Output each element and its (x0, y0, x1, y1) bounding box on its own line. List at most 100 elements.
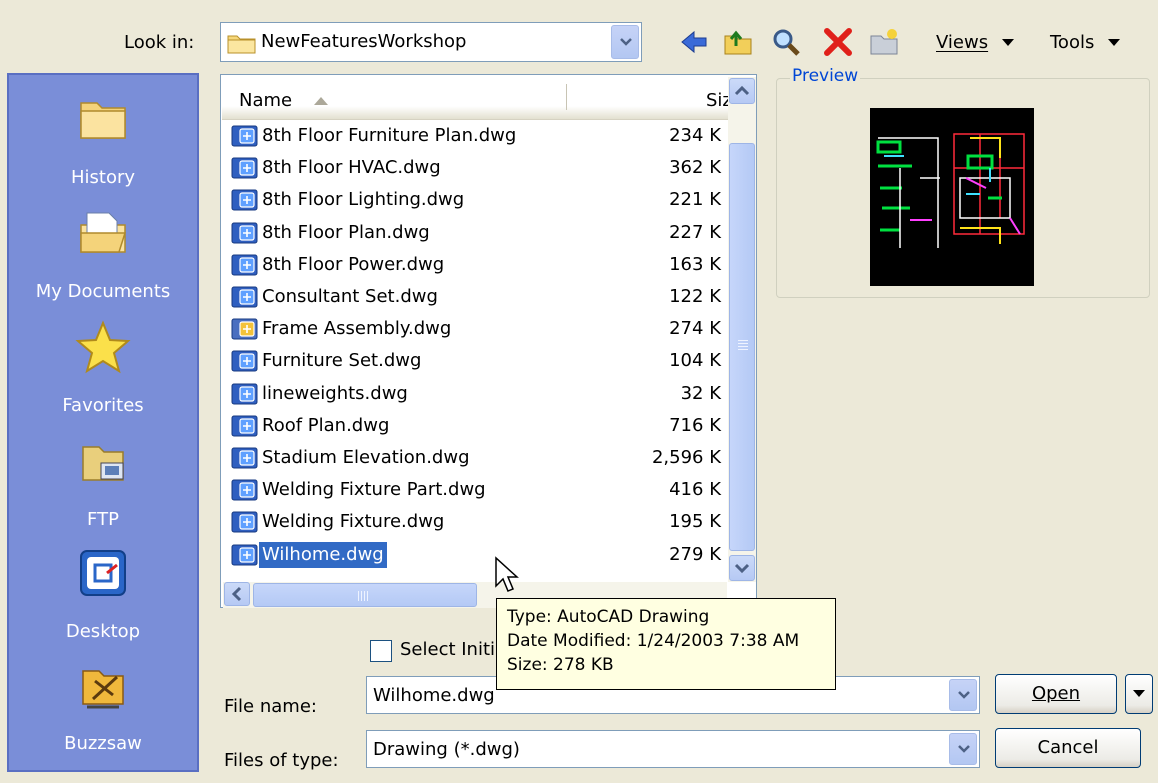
place-label: FTP (87, 509, 119, 530)
autocad-drawing-icon (231, 383, 258, 405)
autocad-drawing-icon (231, 350, 258, 372)
buzzsaw-icon (82, 670, 124, 709)
file-row[interactable]: 8th Floor Power.dwg 163 K (231, 250, 725, 280)
file-size: 104 K (669, 350, 721, 372)
back-icon[interactable] (678, 26, 710, 58)
file-row[interactable]: Roof Plan.dwg 716 K (231, 411, 725, 441)
open-options-button[interactable] (1125, 674, 1153, 714)
files-of-type-label: Files of type: (224, 750, 339, 771)
caret-down-icon (1001, 39, 1014, 46)
file-row[interactable]: Consultant Set.dwg 122 K (231, 282, 725, 312)
file-size: 122 K (669, 286, 721, 307)
file-name-dropdown-button[interactable] (949, 679, 977, 711)
sort-ascending-icon (314, 97, 328, 105)
file-name: 8th Floor Plan.dwg (262, 221, 430, 243)
files-of-type-dropdown-button[interactable] (949, 733, 977, 765)
file-row[interactable]: 8th Floor HVAC.dwg 362 K (231, 153, 725, 183)
file-name: Stadium Elevation.dwg (262, 447, 470, 468)
file-info-tooltip: Type: AutoCAD Drawing Date Modified: 1/2… (496, 598, 836, 690)
file-size: 221 K (669, 189, 721, 211)
my-documents-icon (80, 212, 127, 253)
place-my-documents[interactable]: My Documents (9, 203, 197, 302)
place-buzzsaw[interactable]: Buzzsaw (9, 655, 197, 754)
cancel-button[interactable]: Cancel (995, 728, 1141, 768)
search-web-icon[interactable] (770, 26, 802, 58)
file-size: 279 K (669, 543, 721, 565)
ftp-icon (82, 446, 124, 481)
file-name: Frame Assembly.dwg (262, 318, 452, 340)
chevron-down-icon (958, 691, 970, 699)
column-name-header[interactable]: Name (239, 90, 292, 111)
file-size: 163 K (669, 253, 721, 275)
file-row[interactable]: 8th Floor Furniture Plan.dwg 234 K (231, 121, 725, 151)
place-label: Desktop (65, 621, 141, 642)
up-folder-icon[interactable] (722, 26, 754, 58)
vertical-scrollbar[interactable] (728, 77, 756, 582)
file-size: 195 K (669, 511, 721, 533)
tooltip-date-modified: Date Modified: 1/24/2003 7:38 AM (507, 631, 800, 651)
chevron-down-icon (958, 745, 970, 753)
folder-icon (227, 35, 256, 54)
file-row[interactable]: 8th Floor Plan.dwg 227 K (231, 218, 725, 248)
column-divider[interactable] (566, 84, 567, 110)
file-row[interactable]: Frame Assembly.dwg 274 K (231, 314, 725, 344)
file-name-value[interactable]: Wilhome.dwg (373, 685, 495, 706)
file-name: 8th Floor Furniture Plan.dwg (262, 125, 517, 146)
file-size: 362 K (669, 157, 721, 179)
file-row[interactable]: lineweights.dwg 32 K (231, 379, 725, 409)
delete-icon[interactable] (822, 26, 854, 58)
select-initial-view-checkbox[interactable] (370, 640, 392, 662)
look-in-combo[interactable]: NewFeaturesWorkshop (220, 22, 642, 62)
file-size: 716 K (669, 414, 721, 436)
autocad-drawing-icon (231, 222, 258, 244)
place-ftp[interactable]: FTP (9, 431, 197, 530)
file-size: 234 K (669, 125, 721, 146)
new-folder-icon[interactable] (868, 26, 900, 58)
scroll-grip (358, 591, 372, 601)
horizontal-scroll-thumb[interactable] (253, 583, 477, 607)
autocad-drawing-icon (231, 286, 258, 308)
autocad-drawing-icon (231, 544, 258, 566)
chevron-down-icon (734, 563, 750, 574)
file-row[interactable]: Stadium Elevation.dwg 2,596 K (231, 443, 725, 473)
preview-label: Preview (790, 66, 861, 86)
scroll-down-button[interactable] (729, 555, 755, 581)
look-in-value: NewFeaturesWorkshop (261, 31, 467, 52)
place-label: Favorites (62, 395, 144, 416)
views-menu[interactable]: Views (936, 32, 1014, 53)
column-header: Name Siz (222, 76, 732, 120)
place-label: History (70, 167, 136, 188)
file-list[interactable]: Name Siz 8th Floor Furniture Plan.dwg 234… (220, 74, 757, 608)
select-initial-view-label: Select Initi (400, 639, 496, 660)
drawing-preview-thumbnail (870, 108, 1034, 286)
file-row[interactable]: Welding Fixture.dwg 195 K (231, 507, 725, 537)
open-button[interactable]: Open (995, 674, 1117, 714)
file-size: 274 K (669, 318, 721, 340)
chevron-down-icon (620, 38, 632, 46)
file-name: Consultant Set.dwg (262, 286, 438, 307)
file-name: 8th Floor HVAC.dwg (262, 157, 441, 179)
file-row[interactable]: Wilhome.dwg 279 K (231, 540, 725, 570)
file-row[interactable]: Welding Fixture Part.dwg 416 K (231, 475, 725, 505)
scroll-up-button[interactable] (729, 78, 755, 104)
file-name: 8th Floor Lighting.dwg (262, 189, 465, 211)
files-of-type-combo[interactable]: Drawing (*.dwg) (366, 730, 980, 768)
autocad-drawing-icon (231, 157, 258, 179)
file-name-label: File name: (224, 696, 317, 717)
scroll-left-button[interactable] (224, 582, 250, 606)
place-history[interactable]: History (9, 89, 197, 188)
tools-menu[interactable]: Tools (1050, 32, 1121, 53)
place-favorites[interactable]: Favorites (9, 317, 197, 416)
place-desktop[interactable]: Desktop (9, 543, 197, 642)
file-name: Furniture Set.dwg (262, 350, 422, 372)
vertical-scroll-thumb[interactable] (729, 143, 755, 551)
mouse-pointer-icon (495, 556, 519, 592)
autocad-drawing-icon (231, 125, 258, 147)
file-row[interactable]: 8th Floor Lighting.dwg 221 K (231, 185, 725, 215)
views-menu-label: Views (936, 32, 989, 53)
place-label: My Documents (35, 281, 171, 302)
file-row[interactable]: Furniture Set.dwg 104 K (231, 346, 725, 376)
look-in-dropdown-button[interactable] (611, 25, 639, 59)
autocad-drawing-icon (231, 189, 258, 211)
favorites-star-icon (75, 320, 131, 374)
